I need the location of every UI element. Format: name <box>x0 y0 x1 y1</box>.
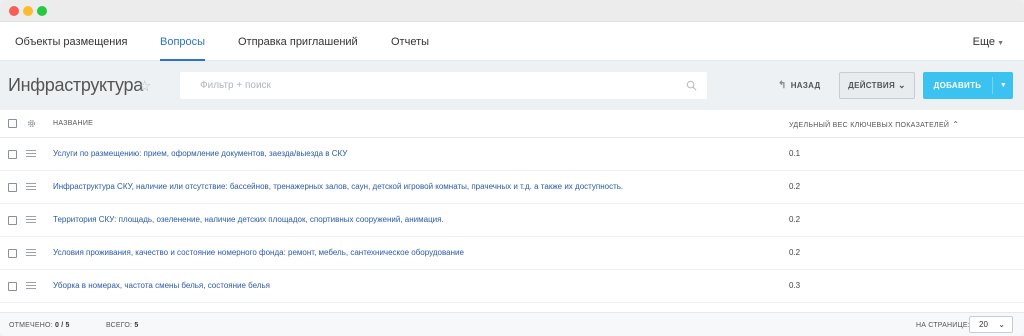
add-button[interactable]: ДОБАВИТЬ ▼ <box>923 72 1013 99</box>
page-toolbar: Инфраструктура ☆ ↰НАЗАД ДЕЙСТВИЯ⌄ ДОБАВИ… <box>0 61 1024 110</box>
tab-invitations[interactable]: Отправка приглашений <box>238 22 358 61</box>
minimize-window-button[interactable] <box>23 6 33 16</box>
row-name-link[interactable]: Условия проживания, качество и состояние… <box>53 248 464 257</box>
star-icon[interactable]: ☆ <box>138 77 151 95</box>
search-input[interactable] <box>180 72 670 99</box>
row-name-link[interactable]: Услуги по размещению: прием, оформление … <box>53 149 347 158</box>
row-weight: 0.1 <box>789 149 801 158</box>
drag-handle-icon[interactable] <box>26 216 36 224</box>
row-name-link[interactable]: Уборка в номерах, частота смены белья, с… <box>53 281 270 290</box>
row-checkbox[interactable] <box>8 216 17 225</box>
actions-button[interactable]: ДЕЙСТВИЯ ⌄ <box>839 72 915 99</box>
back-button-label: НАЗАД <box>790 81 821 90</box>
add-dropdown-caret-icon[interactable]: ▼ <box>994 72 1013 99</box>
app-window: Объекты размещения Вопросы Отправка приг… <box>0 0 1024 336</box>
drag-handle-icon[interactable] <box>26 282 36 290</box>
tab-questions[interactable]: Вопросы <box>160 22 206 61</box>
row-weight: 0.2 <box>789 182 801 191</box>
row-checkbox[interactable] <box>8 150 17 159</box>
more-menu[interactable]: Еще ▼ <box>973 22 1004 61</box>
add-button-label: ДОБАВИТЬ <box>933 81 982 90</box>
total-count: ВСЕГО: 5 <box>106 322 138 329</box>
back-button[interactable]: ↰ НАЗАД <box>778 80 821 91</box>
row-weight: 0.2 <box>789 215 801 224</box>
per-page-value: 20 <box>979 320 988 329</box>
search-icon[interactable] <box>686 80 697 91</box>
total-count-value: 5 <box>134 322 139 329</box>
chevron-down-icon: ⌄ <box>898 80 906 90</box>
column-header-weight[interactable]: УДЕЛЬНЫЙ ВЕС КЛЮЧЕВЫХ ПОКАЗАТЕЛЕЙ ⌃ <box>789 120 959 129</box>
row-checkbox[interactable] <box>8 249 17 258</box>
page-title: Инфраструктура <box>8 75 143 95</box>
back-arrow-icon: ↰ <box>778 80 787 91</box>
chevron-down-icon: ⌄ <box>998 320 1005 329</box>
drag-handle-icon[interactable] <box>26 150 36 158</box>
sort-ascending-icon: ⌃ <box>952 120 960 129</box>
tab-objects[interactable]: Объекты размещения <box>15 22 127 61</box>
table-footer: ОТМЕЧЕНО: 0 / 5 ВСЕГО: 5 НА СТРАНИЦЕ: 20… <box>0 312 1024 336</box>
select-all-checkbox[interactable] <box>8 119 17 128</box>
drag-handle-icon[interactable] <box>26 183 36 191</box>
table-row[interactable]: Условия проживания, качество и состояние… <box>0 237 1024 270</box>
row-weight: 0.3 <box>789 281 801 290</box>
table-row[interactable]: Инфраструктура СКУ, наличие или отсутств… <box>0 171 1024 204</box>
questions-table: НАЗВАНИЕ УДЕЛЬНЫЙ ВЕС КЛЮЧЕВЫХ ПОКАЗАТЕЛ… <box>0 110 1024 303</box>
actions-button-label: ДЕЙСТВИЯ <box>848 81 896 90</box>
table-row[interactable]: Услуги по размещению: прием, оформление … <box>0 138 1024 171</box>
selected-count-label: ОТМЕЧЕНО: <box>9 322 53 329</box>
row-checkbox[interactable] <box>8 282 17 291</box>
tab-questions-label: Вопросы <box>160 36 206 48</box>
table-row[interactable]: Уборка в номерах, частота смены белья, с… <box>0 270 1024 303</box>
column-header-name[interactable]: НАЗВАНИЕ <box>53 120 93 127</box>
tab-reports[interactable]: Отчеты <box>391 22 429 61</box>
table-header: НАЗВАНИЕ УДЕЛЬНЫЙ ВЕС КЛЮЧЕВЫХ ПОКАЗАТЕЛ… <box>0 110 1024 138</box>
caret-down-icon: ▼ <box>997 40 1004 47</box>
close-window-button[interactable] <box>9 6 19 16</box>
row-name-link[interactable]: Инфраструктура СКУ, наличие или отсутств… <box>53 182 623 191</box>
total-count-label: ВСЕГО: <box>106 322 133 329</box>
per-page-select[interactable]: 20 ⌄ <box>969 316 1013 333</box>
maximize-window-button[interactable] <box>37 6 47 16</box>
add-button-divider <box>992 77 993 94</box>
row-weight: 0.2 <box>789 248 801 257</box>
search-box <box>180 72 707 99</box>
selected-count: ОТМЕЧЕНО: 0 / 5 <box>9 322 70 329</box>
row-checkbox[interactable] <box>8 183 17 192</box>
top-navigation: Объекты размещения Вопросы Отправка приг… <box>0 22 1024 61</box>
selected-count-value: 0 / 5 <box>54 322 70 329</box>
more-menu-label: Еще <box>972 36 996 48</box>
gear-icon[interactable] <box>26 118 37 129</box>
row-name-link[interactable]: Территория СКУ: площадь, озеленение, нал… <box>53 215 444 224</box>
table-row[interactable]: Территория СКУ: площадь, озеленение, нал… <box>0 204 1024 237</box>
per-page-label: НА СТРАНИЦЕ: <box>916 322 970 329</box>
title-bar <box>0 0 1024 22</box>
column-header-weight-label: УДЕЛЬНЫЙ ВЕС КЛЮЧЕВЫХ ПОКАЗАТЕЛЕЙ <box>789 122 950 129</box>
drag-handle-icon[interactable] <box>26 249 36 257</box>
